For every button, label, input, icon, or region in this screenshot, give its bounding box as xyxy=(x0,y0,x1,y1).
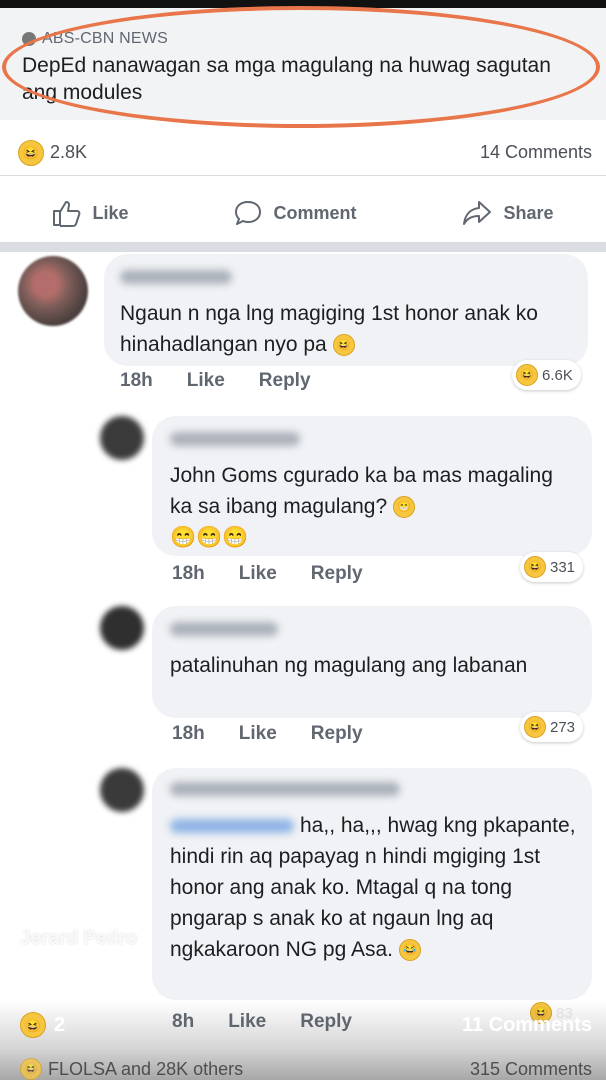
thumbs-up-icon xyxy=(53,201,81,227)
watermark-name: Jerard Pedro xyxy=(20,928,138,949)
tears-of-joy-emoji-icon: 😂 xyxy=(398,939,421,962)
share-icon xyxy=(463,201,492,225)
comment-text: John Goms cgurado ka ba mas magaling ka … xyxy=(170,464,553,519)
commenter-name-blurred[interactable] xyxy=(170,782,400,796)
haha-reaction-icon: 😆 xyxy=(18,139,44,166)
comment-time: 18h xyxy=(120,370,153,391)
comment-like-button[interactable]: Like xyxy=(239,723,277,745)
comment-button[interactable]: Comment xyxy=(233,199,357,227)
haha-reaction-icon: 😆 xyxy=(524,556,546,578)
comment-meta: 18h Like Reply xyxy=(172,723,363,745)
avatar[interactable] xyxy=(100,768,144,812)
commenter-name-blurred[interactable] xyxy=(120,270,232,284)
overlay-reactors[interactable]: FLOLSA and 28K others xyxy=(48,1059,243,1080)
comment-reply-button[interactable]: Reply xyxy=(311,723,363,745)
comment-meta: 8h Like Reply xyxy=(172,1011,352,1033)
avatar[interactable] xyxy=(100,416,144,460)
news-source: ABS-CBN NEWS xyxy=(22,30,168,48)
comment-reactions[interactable]: 😆 331 xyxy=(520,552,584,582)
haha-reaction-icon: 😆 xyxy=(516,364,538,386)
like-label: Like xyxy=(92,202,129,223)
globe-icon xyxy=(22,32,36,46)
comment-bubble: patalinuhan ng magulang ang labanan xyxy=(152,606,592,718)
comment-time: 18h xyxy=(172,563,205,584)
commenter-name-blurred[interactable] xyxy=(170,622,278,636)
share-label: Share xyxy=(503,202,554,223)
news-source-label: ABS-CBN NEWS xyxy=(42,30,168,47)
comment-text: ha,, ha,,, hwag kng pkapante, hindi rin … xyxy=(170,814,576,962)
comment-time: 8h xyxy=(172,1011,195,1032)
comment-reaction-count: 273 xyxy=(550,718,576,736)
grinning-emoji-icon: 😁 xyxy=(393,496,416,519)
comment-reaction-count: 6.6K xyxy=(542,366,573,384)
mention-blurred[interactable] xyxy=(170,819,294,834)
overlay-total-comments[interactable]: 315 Comments xyxy=(470,1059,592,1080)
comment-bubble: John Goms cgurado ka ba mas magaling ka … xyxy=(152,416,592,556)
comment-reaction-count: 331 xyxy=(550,558,576,576)
comment-label: Comment xyxy=(273,202,357,223)
overlay-reaction-count: 2 xyxy=(54,1013,66,1036)
comment-icon xyxy=(235,201,262,225)
overlay-reactions[interactable]: 😆 2 xyxy=(20,1012,65,1038)
comment-reply-button[interactable]: Reply xyxy=(300,1011,352,1033)
comment-text: Ngaun n nga lng magiging 1st honor anak … xyxy=(120,302,538,357)
comment-reactions[interactable]: 😆 273 xyxy=(520,712,584,742)
avatar[interactable] xyxy=(100,606,144,650)
haha-reaction-icon: 😆 xyxy=(524,716,546,738)
news-headline[interactable]: DepEd nanawagan sa mga magulang na huwag… xyxy=(22,52,562,106)
comment-bubble: ha,, ha,,, hwag kng pkapante, hindi rin … xyxy=(152,768,592,1000)
comment-text: patalinuhan ng magulang ang labanan xyxy=(170,654,528,677)
like-button[interactable]: Like xyxy=(52,199,129,227)
overlay-comment-count[interactable]: 11 Comments xyxy=(462,1014,592,1037)
comment-time: 18h xyxy=(172,723,205,744)
comment-reply-button[interactable]: Reply xyxy=(259,370,311,392)
post-comment-count[interactable]: 14 Comments xyxy=(480,142,592,163)
comment-meta: 18h Like Reply xyxy=(120,370,311,392)
emoji-line: 😁😁😁 xyxy=(170,526,249,549)
haha-reaction-icon: 😆 xyxy=(20,1012,46,1038)
post-actions: Like Comment Share xyxy=(0,186,606,240)
haha-reaction-icon: 😆 xyxy=(20,1058,42,1080)
section-divider xyxy=(0,242,606,252)
comment-reactions[interactable]: 😆 6.6K xyxy=(512,360,581,390)
avatar[interactable] xyxy=(18,256,88,326)
comment-like-button[interactable]: Like xyxy=(228,1011,266,1033)
comment-bubble: Ngaun n nga lng magiging 1st honor anak … xyxy=(104,254,588,366)
overlay-bottom-strip: 😆 FLOLSA and 28K others 315 Comments xyxy=(0,1054,606,1080)
share-button[interactable]: Share xyxy=(461,199,554,227)
comment-reply-button[interactable]: Reply xyxy=(311,563,363,585)
comment-like-button[interactable]: Like xyxy=(239,563,277,585)
laughing-emoji-icon: 😆 xyxy=(332,334,355,357)
top-bar xyxy=(0,0,606,8)
post-stats: 😆 2.8K 14 Comments xyxy=(0,130,606,176)
comment-like-button[interactable]: Like xyxy=(187,370,225,392)
news-link-card[interactable]: ABS-CBN NEWS DepEd nanawagan sa mga magu… xyxy=(0,8,606,120)
commenter-name-blurred[interactable] xyxy=(170,432,300,446)
comment-meta: 18h Like Reply xyxy=(172,563,363,585)
post-reaction-count[interactable]: 2.8K xyxy=(50,142,87,163)
